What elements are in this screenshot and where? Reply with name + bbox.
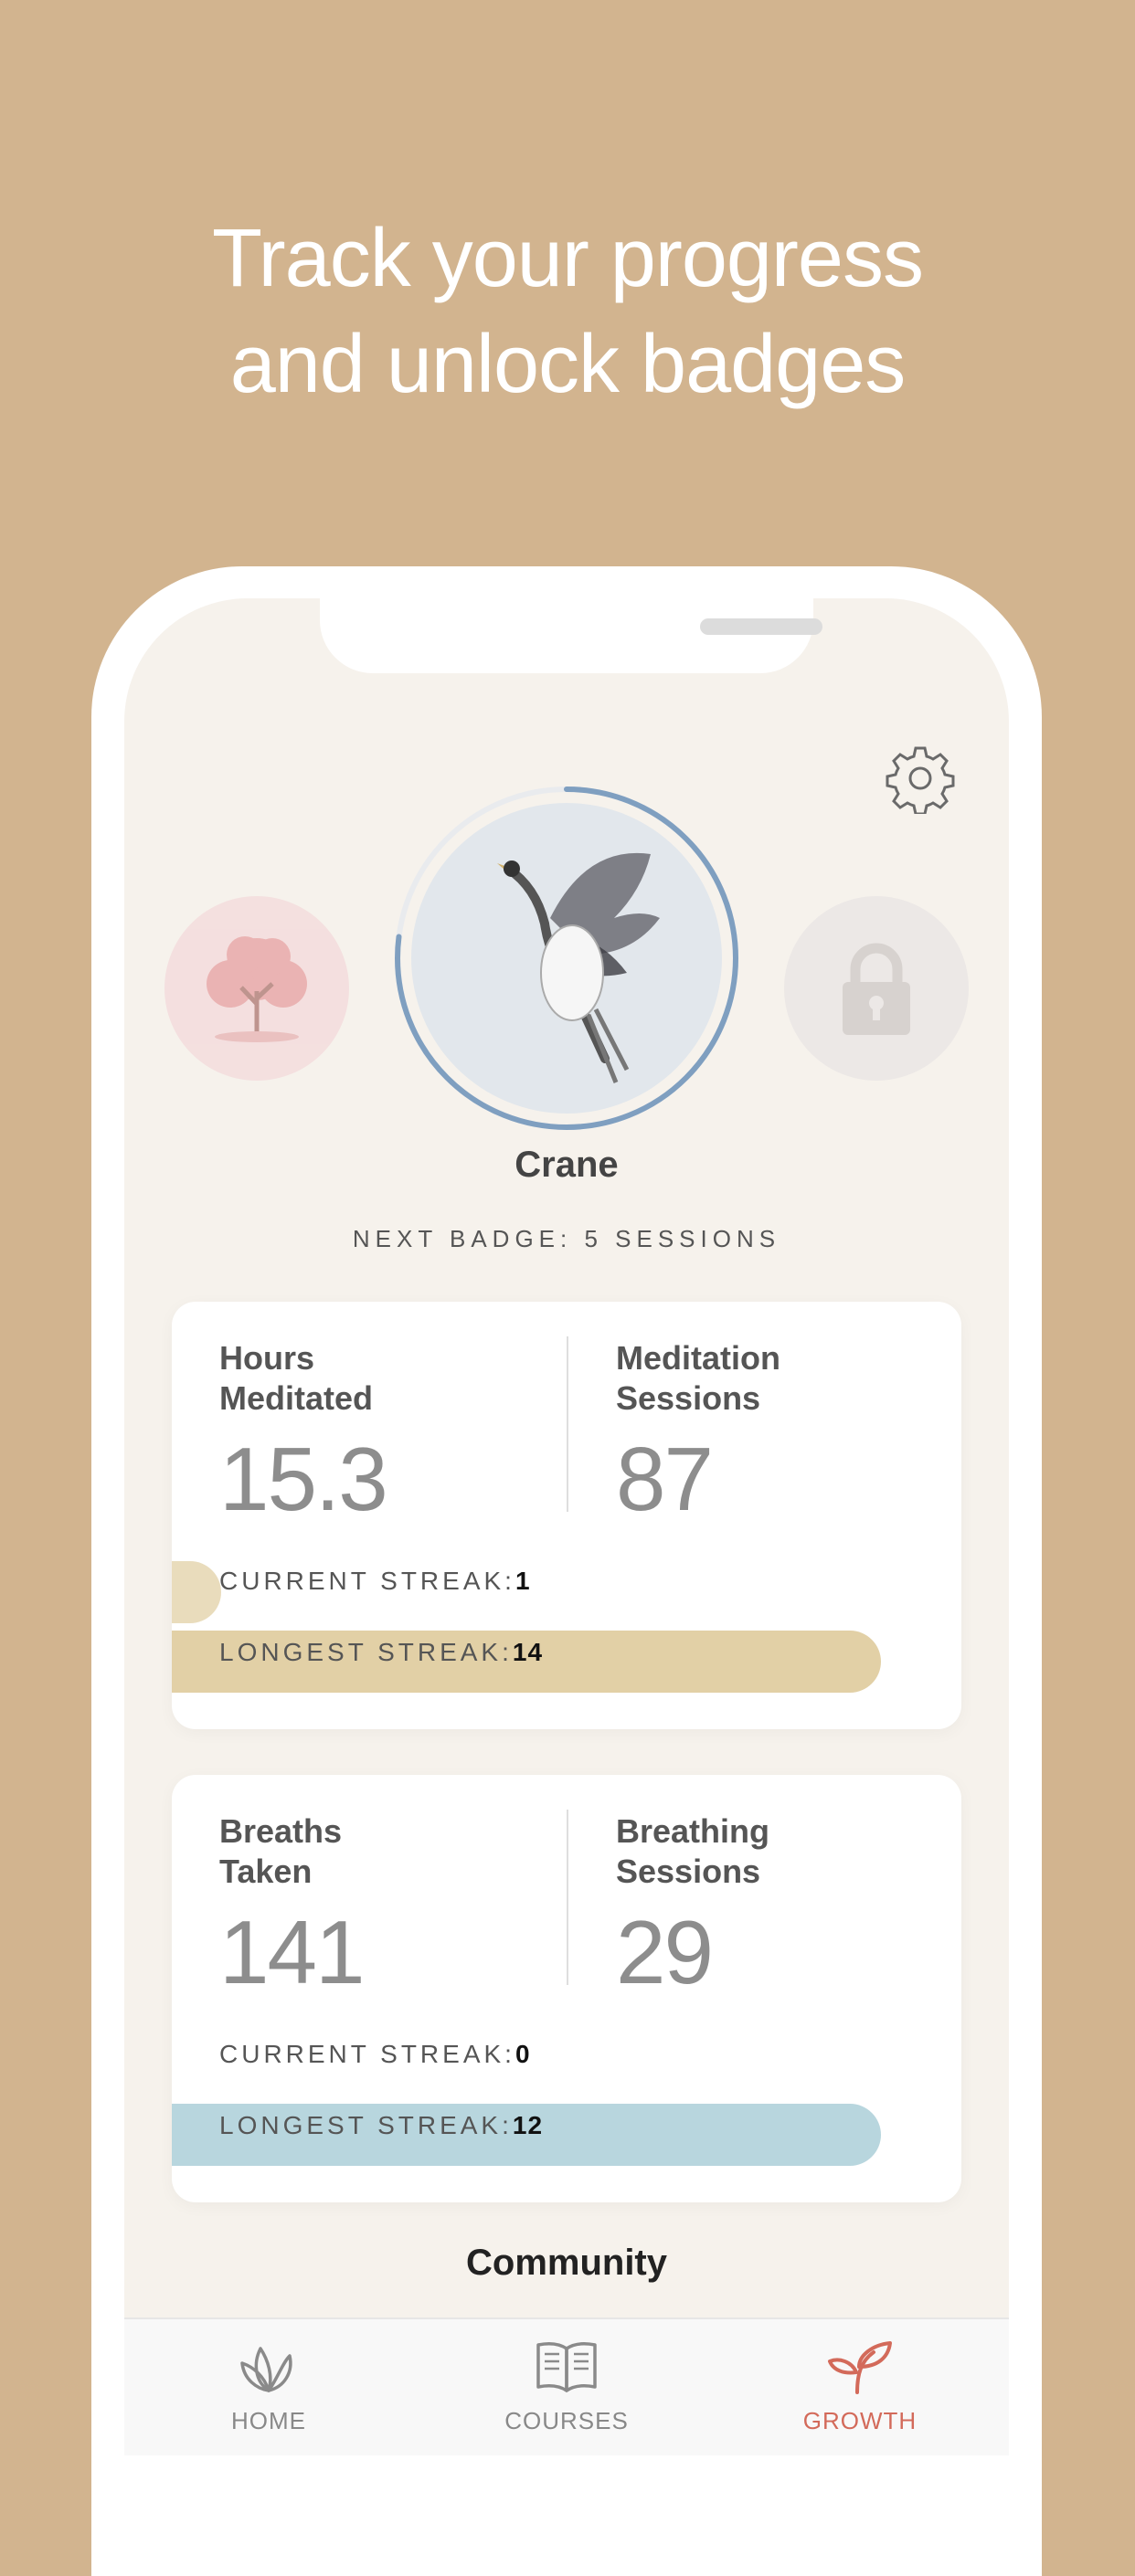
tree-icon	[207, 936, 307, 1042]
longest-streak-row: LONGEST STREAK:12	[219, 2111, 543, 2140]
crane-badge[interactable]	[389, 781, 744, 1135]
lotus-icon	[240, 2347, 292, 2392]
meditation-stats-card: Hours Meditated 15.3 Meditation Sessions…	[172, 1302, 961, 1729]
hours-meditated-value: 15.3	[219, 1429, 388, 1529]
tree-badge[interactable]	[164, 896, 349, 1081]
lock-icon	[843, 943, 910, 1035]
label-line: Sessions	[616, 1379, 761, 1417]
tab-growth-label: GROWTH	[802, 2407, 918, 2434]
sprout-icon	[828, 2341, 892, 2394]
longest-streak-value: 12	[512, 2111, 544, 2139]
phone-notch	[320, 598, 822, 673]
headline-line-1: Track your progress	[212, 213, 924, 304]
tab-home-label: HOME	[231, 2407, 306, 2434]
locked-badge[interactable]	[784, 896, 969, 1081]
hours-meditated-label: Hours Meditated	[219, 1338, 521, 1419]
badge-name: Crane	[514, 1145, 619, 1185]
longest-streak-label: LONGEST STREAK:	[219, 2111, 513, 2139]
breathing-sessions-value: 29	[616, 1902, 714, 2002]
breaths-taken-value: 141	[219, 1902, 366, 2002]
breaths-taken-label: Breaths Taken	[219, 1811, 521, 1892]
tab-home[interactable]: HOME	[154, 2319, 383, 2455]
longest-streak-label: LONGEST STREAK:	[219, 1638, 513, 1666]
longest-streak-row: LONGEST STREAK:14	[219, 1638, 543, 1667]
label-line: Hours	[219, 1339, 315, 1377]
divider	[567, 1336, 568, 1512]
community-heading: Community	[466, 2243, 667, 2283]
label-line: Sessions	[616, 1853, 761, 1890]
meditation-sessions-label: Meditation Sessions	[616, 1338, 918, 1419]
tab-courses-label: COURSES	[504, 2407, 629, 2434]
divider	[567, 1810, 568, 1985]
current-streak-value: 1	[514, 1567, 531, 1595]
headline: Track your progress and unlock badges	[0, 206, 1135, 417]
next-badge-text: NEXT BADGE: 5 SESSIONS	[352, 1225, 781, 1252]
app-screen: Crane NEXT BADGE: 5 SESSIONS Hours Medit…	[124, 598, 1009, 2455]
current-streak-label: CURRENT STREAK:	[219, 2040, 515, 2068]
tab-courses[interactable]: COURSES	[452, 2319, 681, 2455]
label-line: Meditated	[219, 1379, 374, 1417]
longest-streak-value: 14	[512, 1638, 544, 1666]
tab-growth[interactable]: GROWTH	[746, 2319, 974, 2455]
meditation-sessions-value: 87	[616, 1429, 714, 1529]
label-line: Meditation	[616, 1339, 780, 1377]
current-streak-value: 0	[514, 2040, 531, 2068]
book-icon	[536, 2342, 597, 2392]
current-streak-row: CURRENT STREAK:1	[219, 1567, 531, 1596]
breathing-sessions-label: Breathing Sessions	[616, 1811, 918, 1892]
headline-line-2: and unlock badges	[229, 319, 907, 410]
tab-bar: HOME COURSES GROWTH	[124, 2317, 1009, 2455]
label-line: Breaths	[219, 1812, 343, 1850]
current-streak-row: CURRENT STREAK:0	[219, 2040, 531, 2069]
gear-icon[interactable]	[885, 743, 956, 814]
current-streak-label: CURRENT STREAK:	[219, 1567, 515, 1595]
label-line: Breathing	[616, 1812, 770, 1850]
speaker-grille	[700, 618, 822, 635]
label-line: Taken	[219, 1853, 313, 1890]
breathing-stats-card: Breaths Taken 141 Breathing Sessions 29 …	[172, 1775, 961, 2202]
current-streak-bar	[172, 1561, 222, 1623]
